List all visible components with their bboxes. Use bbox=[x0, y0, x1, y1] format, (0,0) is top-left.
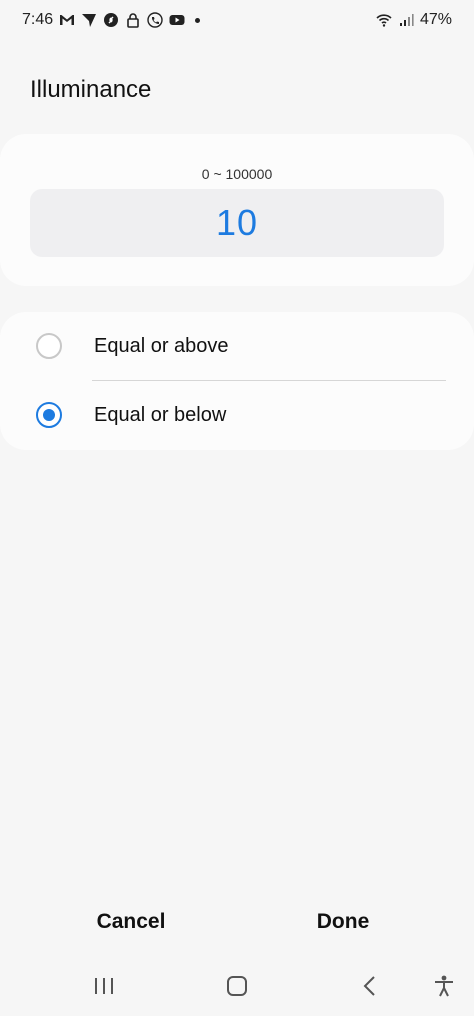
navigation-bar bbox=[0, 962, 474, 1010]
youtube-icon bbox=[169, 12, 185, 28]
status-bar: 7:46 47% bbox=[0, 0, 474, 40]
condition-options: Equal or above Equal or below bbox=[0, 312, 474, 450]
screen: 7:46 47% Illuminance 0 ~ 100000 10 Equal… bbox=[0, 0, 474, 1016]
recent-apps-icon[interactable] bbox=[90, 974, 118, 998]
phone-call-icon bbox=[147, 12, 163, 28]
shazam-icon bbox=[103, 12, 119, 28]
status-left: 7:46 bbox=[22, 11, 201, 29]
page-title: Illuminance bbox=[30, 76, 152, 103]
status-right: 47% bbox=[376, 11, 452, 29]
back-icon[interactable] bbox=[356, 974, 384, 998]
home-icon[interactable] bbox=[223, 974, 251, 998]
option-label: Equal or above bbox=[94, 334, 229, 357]
value-text: 10 bbox=[215, 202, 259, 243]
dialog-actions: Cancel Done bbox=[0, 900, 474, 944]
option-equal-or-above[interactable]: Equal or above bbox=[0, 312, 474, 381]
lock-icon bbox=[125, 12, 141, 28]
signal-icon bbox=[398, 12, 414, 28]
notification-dot-icon bbox=[195, 17, 201, 23]
done-button[interactable]: Done bbox=[273, 900, 413, 944]
battery-level: 47% bbox=[419, 11, 452, 28]
gmail-icon bbox=[59, 12, 75, 28]
value-input[interactable]: 10 bbox=[30, 189, 444, 257]
cancel-button[interactable]: Cancel bbox=[61, 900, 201, 944]
value-card: 0 ~ 100000 10 bbox=[0, 134, 474, 286]
option-label: Equal or below bbox=[94, 403, 227, 426]
accessibility-icon[interactable] bbox=[430, 974, 458, 998]
radio-unchecked-icon[interactable] bbox=[36, 333, 62, 359]
radio-checked-icon[interactable] bbox=[36, 402, 62, 428]
status-time: 7:46 bbox=[22, 11, 54, 28]
option-equal-or-below[interactable]: Equal or below bbox=[0, 381, 474, 449]
location-arrow-icon bbox=[81, 12, 97, 28]
range-label: 0 ~ 100000 bbox=[201, 166, 273, 182]
wifi-icon bbox=[376, 12, 392, 28]
